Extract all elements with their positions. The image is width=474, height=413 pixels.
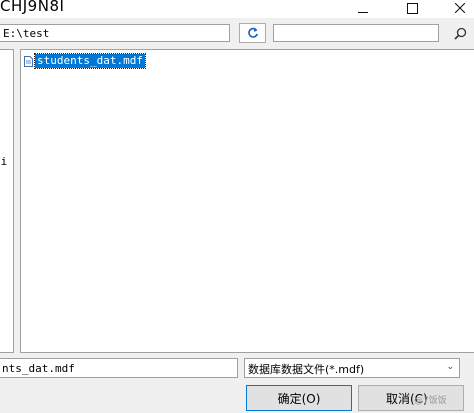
maximize-button[interactable] bbox=[389, 0, 435, 18]
file-list[interactable]: students_dat.mdf bbox=[20, 49, 474, 353]
maximize-icon bbox=[406, 2, 418, 14]
folder-tree[interactable]: ti bbox=[0, 49, 14, 353]
title-bar: CHJ9N8I bbox=[0, 0, 474, 18]
refresh-button[interactable] bbox=[239, 23, 266, 43]
file-open-dialog: CHJ9N8I E:\test ti bbox=[0, 0, 474, 413]
minimize-icon bbox=[358, 11, 368, 13]
list-item[interactable]: students_dat.mdf bbox=[24, 53, 146, 69]
file-icon bbox=[24, 55, 33, 67]
chevron-down-icon: ⌄ bbox=[446, 362, 454, 372]
filetype-select[interactable]: 数据库数据文件(*.mdf) ⌄ bbox=[244, 358, 460, 378]
filetype-selected-value: 数据库数据文件(*.mdf) bbox=[248, 363, 365, 376]
minimize-button[interactable] bbox=[340, 0, 386, 18]
close-icon bbox=[455, 2, 465, 13]
search-icon bbox=[453, 27, 466, 40]
tree-item-label[interactable]: ti bbox=[0, 155, 7, 168]
close-button[interactable] bbox=[437, 0, 474, 18]
path-input[interactable]: E:\test bbox=[0, 24, 230, 42]
ok-button-label: 确定(O) bbox=[277, 391, 321, 406]
watermark: @7饭饭 bbox=[414, 396, 447, 406]
cancel-button[interactable]: 取消(C) bbox=[358, 385, 464, 411]
file-name: students_dat.mdf bbox=[34, 53, 146, 69]
ok-button[interactable]: 确定(O) bbox=[246, 385, 352, 411]
search-input[interactable] bbox=[273, 24, 439, 42]
refresh-icon bbox=[247, 27, 258, 38]
window-title: CHJ9N8I bbox=[0, 0, 65, 15]
filename-input[interactable]: nts_dat.mdf bbox=[0, 358, 238, 378]
search-button[interactable] bbox=[446, 23, 474, 43]
